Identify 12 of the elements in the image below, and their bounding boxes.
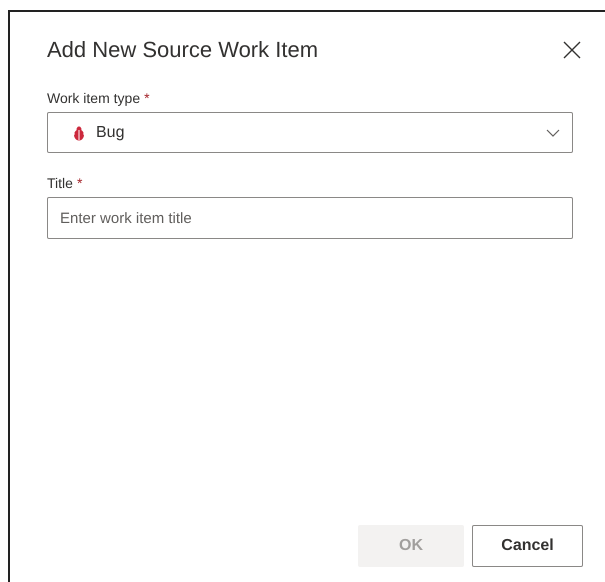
chevron-down-icon [546,128,560,136]
bug-icon [72,124,86,140]
required-mark: * [76,175,82,191]
dialog-title: Add New Source Work Item [47,37,318,63]
title-input[interactable]: Enter work item title [47,197,573,239]
field-label: Title [47,175,73,191]
cancel-button[interactable]: Cancel [472,525,583,567]
type-dropdown[interactable]: Bug [47,112,573,153]
field-label: Work item type [47,90,140,106]
close-icon [563,41,581,59]
required-mark: * [144,90,150,106]
close-button[interactable] [561,39,583,61]
